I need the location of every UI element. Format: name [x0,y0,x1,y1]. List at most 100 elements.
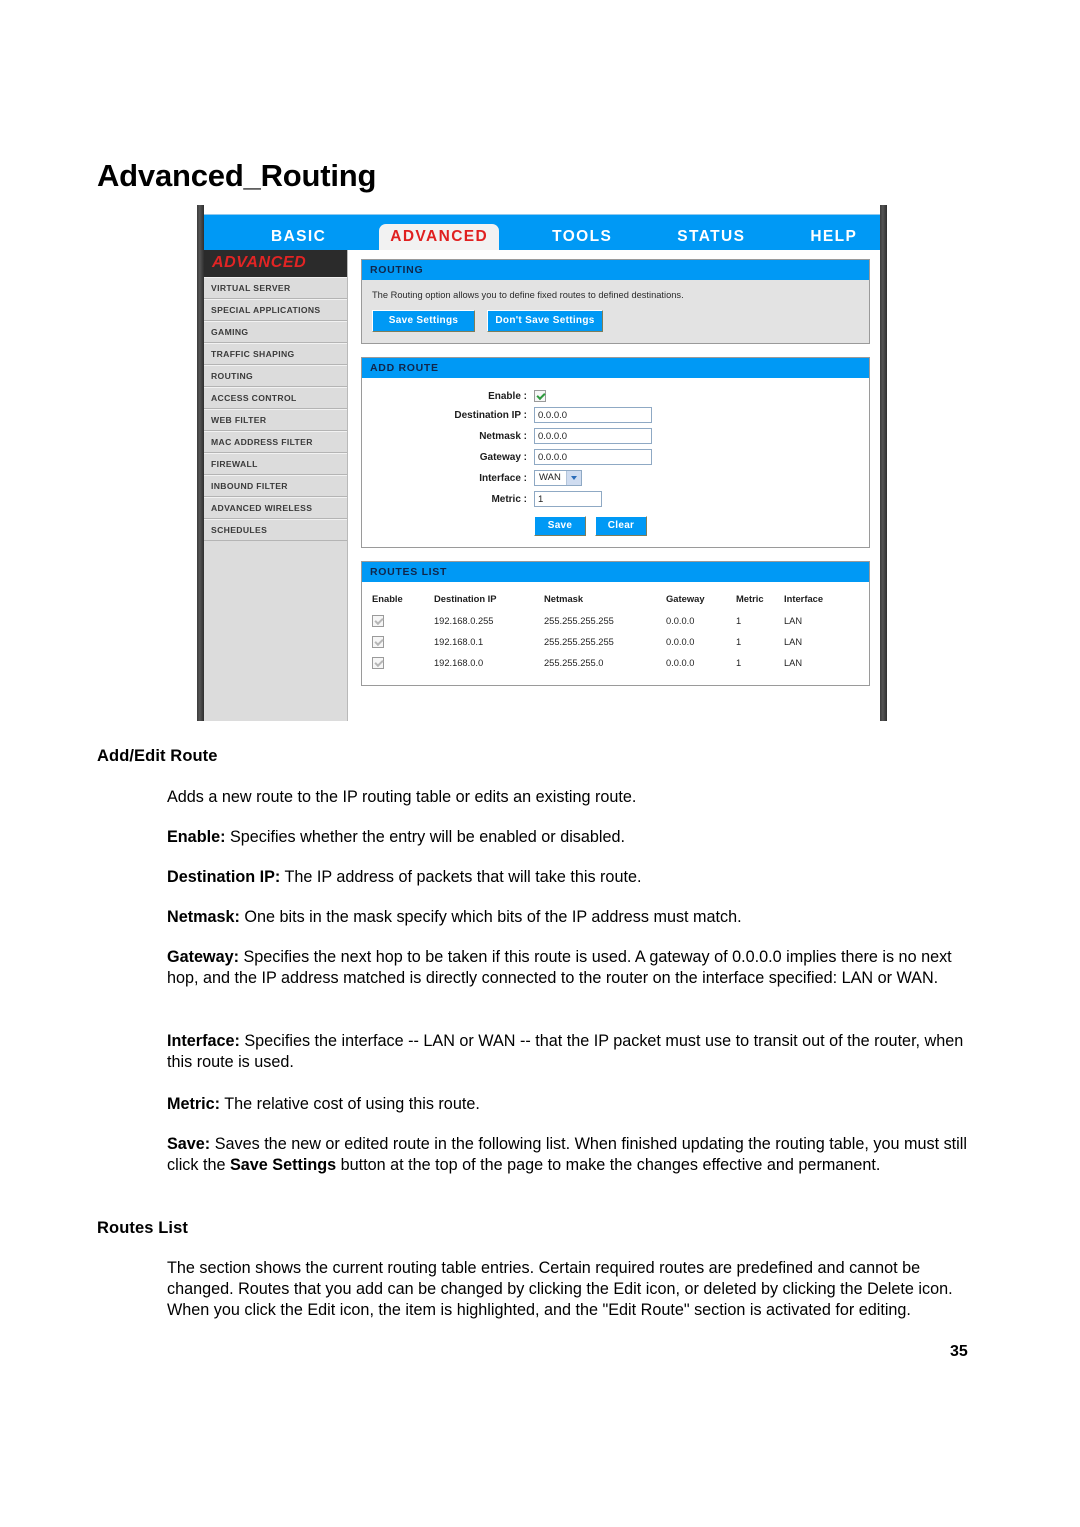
row-netmask: 255.255.255.255 [544,616,614,626]
routes-list-panel: ROUTES LIST Enable Destination IP Netmas… [361,561,870,686]
metric-label: Metric : [491,493,527,505]
routes-col-metric: Metric [736,593,764,604]
content-area: ROUTING The Routing option allows you to… [348,250,880,721]
row-metric: 1 [736,658,742,668]
sidebar-item-web-filter[interactable]: WEB FILTER [204,409,347,431]
page-number: 35 [950,1343,968,1360]
add-route-buttons: Save Clear [534,512,861,536]
term-save: Save: [167,1135,211,1153]
sidebar-item-firewall[interactable]: FIREWALL [204,453,347,475]
table-row[interactable]: 192.168.0.255 255.255.255.255 0.0.0.0 1 … [372,611,861,632]
sidebar-item-advanced-wireless[interactable]: ADVANCED WIRELESS [204,497,347,519]
sidebar-item-mac-address-filter[interactable]: MAC ADDRESS FILTER [204,431,347,453]
metric-input[interactable] [534,491,602,507]
paragraph-intro: Adds a new route to the IP routing table… [167,788,637,806]
paragraph-destination-ip: Destination IP: The IP address of packet… [167,867,987,888]
text-metric: The relative cost of using this route. [220,1095,480,1113]
router-ui-inner: BASIC ADVANCED TOOLS STATUS HELP ADVANCE… [204,205,880,721]
text-enable: Specifies whether the entry will be enab… [225,828,625,846]
row-interface: LAN [784,658,803,668]
save-settings-button[interactable]: Save Settings [372,310,475,332]
text-netmask: One bits in the mask specify which bits … [239,908,742,926]
inline-save-settings: Save Settings [229,1155,337,1174]
routing-panel-body: The Routing option allows you to define … [362,280,869,343]
sidebar-item-routing[interactable]: ROUTING [204,365,347,387]
enable-label: Enable : [488,390,527,402]
term-interface: Interface: [167,1032,240,1050]
row-enable-cell [372,611,434,632]
paragraph-routes-list: The section shows the current routing ta… [167,1259,953,1319]
row-enable-checkbox[interactable] [372,657,384,669]
routes-col-enable: Enable [372,593,403,604]
row-enable-cell [372,653,434,674]
section-heading-routes-list: Routes List [97,1219,188,1237]
add-route-panel-body: Enable : Destination IP : Netmask : [362,378,869,547]
row-interface: LAN [784,616,803,626]
routing-panel-description: The Routing option allows you to define … [372,290,684,300]
routing-panel: ROUTING The Routing option allows you to… [361,259,870,344]
routes-col-interface: Interface [784,593,824,604]
gateway-input[interactable] [534,449,652,465]
sidebar-item-schedules[interactable]: SCHEDULES [204,519,347,541]
routes-table: Enable Destination IP Netmask Gateway Me… [372,592,861,674]
paragraph-gateway: Gateway: Specifies the next hop to be ta… [167,947,987,989]
nav-tab-advanced[interactable]: ADVANCED [379,223,500,251]
row-metric: 1 [736,616,742,626]
netmask-input[interactable] [534,428,652,444]
sidebar-item-traffic-shaping[interactable]: TRAFFIC SHAPING [204,343,347,365]
row-enable-cell [372,632,434,653]
paragraph-save: Save: Saves the new or edited route in t… [167,1134,987,1176]
route-clear-button[interactable]: Clear [595,516,647,536]
chevron-down-icon [565,471,581,485]
interface-label: Interface : [479,472,527,484]
screenshot-right-border [880,205,887,721]
netmask-label: Netmask : [479,430,527,442]
nav-tab-basic[interactable]: BASIC [259,226,338,252]
destination-ip-label: Destination IP : [454,409,527,421]
page-title: Advanced_Routing [97,158,377,193]
sidebar-item-inbound-filter[interactable]: INBOUND FILTER [204,475,347,497]
row-gateway: 0.0.0.0 [666,658,695,668]
top-navigation-bar: BASIC ADVANCED TOOLS STATUS HELP [204,214,880,251]
row-gateway: 0.0.0.0 [666,637,695,647]
routes-col-gateway: Gateway [666,593,705,604]
text-interface: Specifies the interface -- LAN or WAN --… [167,1032,964,1071]
sidebar: ADVANCED VIRTUAL SERVER SPECIAL APPLICAT… [204,250,348,721]
add-route-panel: ADD ROUTE Enable : Destination IP : N [361,357,870,548]
term-destination-ip: Destination IP: [167,868,281,886]
nav-tab-tools[interactable]: TOOLS [540,226,624,252]
nav-tab-status[interactable]: STATUS [665,226,757,252]
row-gateway: 0.0.0.0 [666,616,695,626]
paragraph-enable: Enable: Specifies whether the entry will… [167,827,987,848]
term-gateway: Gateway: [167,948,239,966]
nav-tab-help[interactable]: HELP [798,226,869,252]
router-ui-screenshot: BASIC ADVANCED TOOLS STATUS HELP ADVANCE… [197,205,887,721]
table-row[interactable]: 192.168.0.1 255.255.255.255 0.0.0.0 1 LA… [372,632,861,653]
destination-ip-input[interactable] [534,407,652,423]
add-route-panel-title: ADD ROUTE [362,358,869,378]
section-add-edit-route-heading-wrap: Add/Edit Route [97,747,987,766]
sidebar-item-access-control[interactable]: ACCESS CONTROL [204,387,347,409]
screenshot-left-border [197,205,204,721]
routes-list-panel-body: Enable Destination IP Netmask Gateway Me… [362,582,869,685]
interface-select[interactable]: WAN [534,470,582,486]
sidebar-empty-area [204,541,347,721]
table-row[interactable]: 192.168.0.0 255.255.255.0 0.0.0.0 1 LAN [372,653,861,674]
route-save-button[interactable]: Save [534,516,586,536]
dont-save-settings-button[interactable]: Don't Save Settings [487,310,603,332]
routes-col-netmask: Netmask [544,593,584,604]
sidebar-item-virtual-server[interactable]: VIRTUAL SERVER [204,277,347,299]
router-body: ADVANCED VIRTUAL SERVER SPECIAL APPLICAT… [204,250,880,721]
row-destination-ip: 192.168.0.255 [434,616,494,626]
sidebar-item-special-applications[interactable]: SPECIAL APPLICATIONS [204,299,347,321]
sidebar-header: ADVANCED [204,250,347,277]
row-enable-checkbox[interactable] [372,615,384,627]
routes-col-destination-ip: Destination IP [434,593,497,604]
text-gateway: Specifies the next hop to be taken if th… [167,948,952,987]
sidebar-item-gaming[interactable]: GAMING [204,321,347,343]
routes-list-panel-title: ROUTES LIST [362,562,869,582]
row-metric: 1 [736,637,742,647]
enable-checkbox[interactable] [534,390,546,402]
row-netmask: 255.255.255.0 [544,658,604,668]
row-enable-checkbox[interactable] [372,636,384,648]
